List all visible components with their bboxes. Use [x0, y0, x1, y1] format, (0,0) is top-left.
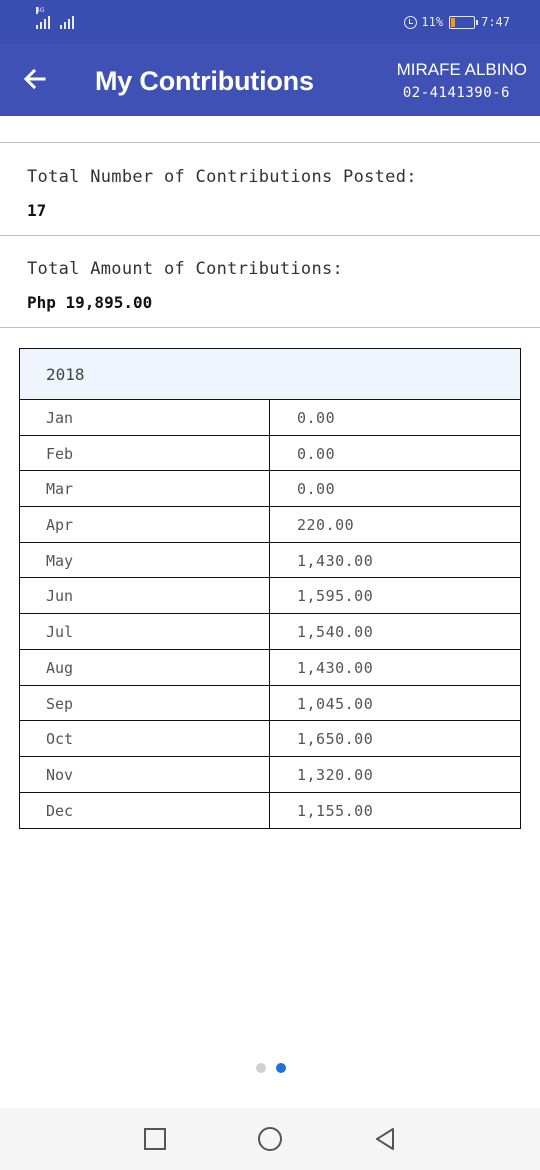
month-cell: Aug: [20, 649, 270, 685]
battery-level: [451, 17, 456, 27]
table-row: Oct 1,650.00: [20, 721, 520, 757]
signal-strength-icon: 4G: [36, 7, 50, 29]
table-year-header: 2018: [20, 349, 520, 400]
total-posted-value: 17: [27, 201, 47, 220]
status-bar: 4G 11% 7:47: [0, 0, 540, 44]
battery-icon: [449, 15, 479, 29]
table-row: Feb 0.00: [20, 435, 520, 472]
table-row: Jan 0.00: [20, 400, 520, 436]
month-cell: Feb: [20, 435, 270, 471]
circle-icon: [258, 1127, 282, 1151]
amount-cell: 1,320.00: [297, 765, 374, 784]
month-cell: Oct: [20, 721, 270, 756]
alarm-icon: [404, 15, 418, 29]
table-row: Apr 220.00: [20, 507, 520, 543]
amount-cell: 1,155.00: [297, 801, 374, 820]
amount-cell: 1,540.00: [297, 623, 374, 642]
amount-cell: 220.00: [297, 516, 355, 535]
system-back-button[interactable]: [372, 1126, 398, 1152]
amount-cell: 0.00: [297, 444, 336, 463]
triangle-left-icon: [376, 1128, 394, 1150]
network-type-label: 4G: [36, 7, 45, 14]
amount-cell: 1,650.00: [297, 730, 374, 749]
month-cell: Nov: [20, 756, 270, 792]
page-title: My Contributions: [95, 66, 314, 96]
month-cell: Jan: [20, 400, 270, 435]
table-row: Mar 0.00: [20, 471, 520, 508]
status-right: 11% 7:47: [404, 15, 510, 29]
amount-cell: 1,430.00: [297, 658, 374, 677]
month-cell: Sep: [20, 685, 270, 721]
member-id: 02-4141390-6: [402, 85, 510, 101]
square-icon: [144, 1128, 166, 1150]
month-cell: Jun: [20, 578, 270, 614]
amount-cell: 0.00: [297, 480, 336, 499]
month-cell: Apr: [20, 507, 270, 542]
amount-cell: 1,045.00: [297, 694, 374, 713]
table-row: Dec 1,155.00: [20, 792, 520, 829]
navigation-bar: [0, 1108, 540, 1170]
arrow-left-icon: [23, 68, 46, 90]
amount-cell: 1,595.00: [297, 587, 374, 606]
battery-percent: 11%: [421, 15, 444, 29]
total-amount-label: Total Amount of Contributions:: [27, 259, 344, 279]
page-indicator: [256, 1063, 286, 1073]
home-button[interactable]: [257, 1126, 283, 1152]
page-dot[interactable]: [256, 1063, 266, 1073]
table-body: Jan 0.00 Feb 0.00 Mar 0.00 Apr 220.00 May 1,430.0…: [20, 400, 520, 829]
month-cell: May: [20, 542, 270, 578]
total-posted-label: Total Number of Contributions Posted:: [27, 167, 417, 187]
table-row: May 1,430.00: [20, 542, 520, 579]
table-row: Aug 1,430.00: [20, 649, 520, 686]
signal-strength-icon-2: [60, 15, 74, 29]
month-cell: Jul: [20, 614, 270, 649]
table-row: Sep 1,045.00: [20, 685, 520, 722]
clock: 7:47: [481, 15, 510, 29]
total-amount-value: Php 19,895.00: [27, 293, 153, 312]
amount-cell: 1,430.00: [297, 551, 374, 570]
month-cell: Dec: [20, 792, 270, 829]
divider: [0, 142, 540, 143]
back-button[interactable]: [20, 64, 50, 94]
amount-cell: 0.00: [297, 409, 336, 427]
table-row: Nov 1,320.00: [20, 756, 520, 793]
table-row: Jun 1,595.00: [20, 578, 520, 615]
page-dot-active[interactable]: [276, 1063, 286, 1073]
recents-button[interactable]: [142, 1126, 168, 1152]
app-bar: My Contributions MIRAFE ALBINO 02-414139…: [0, 44, 540, 116]
contributions-table: 2018 Jan 0.00 Feb 0.00 Mar 0.00 Apr 220.00 May 1,…: [19, 348, 521, 830]
member-name: MIRAFE ALBINO: [396, 60, 527, 79]
divider: [0, 327, 540, 328]
signal-indicators: 4G: [36, 7, 74, 29]
table-row: Jul 1,540.00: [20, 614, 520, 650]
month-cell: Mar: [20, 471, 270, 507]
divider: [0, 235, 540, 236]
